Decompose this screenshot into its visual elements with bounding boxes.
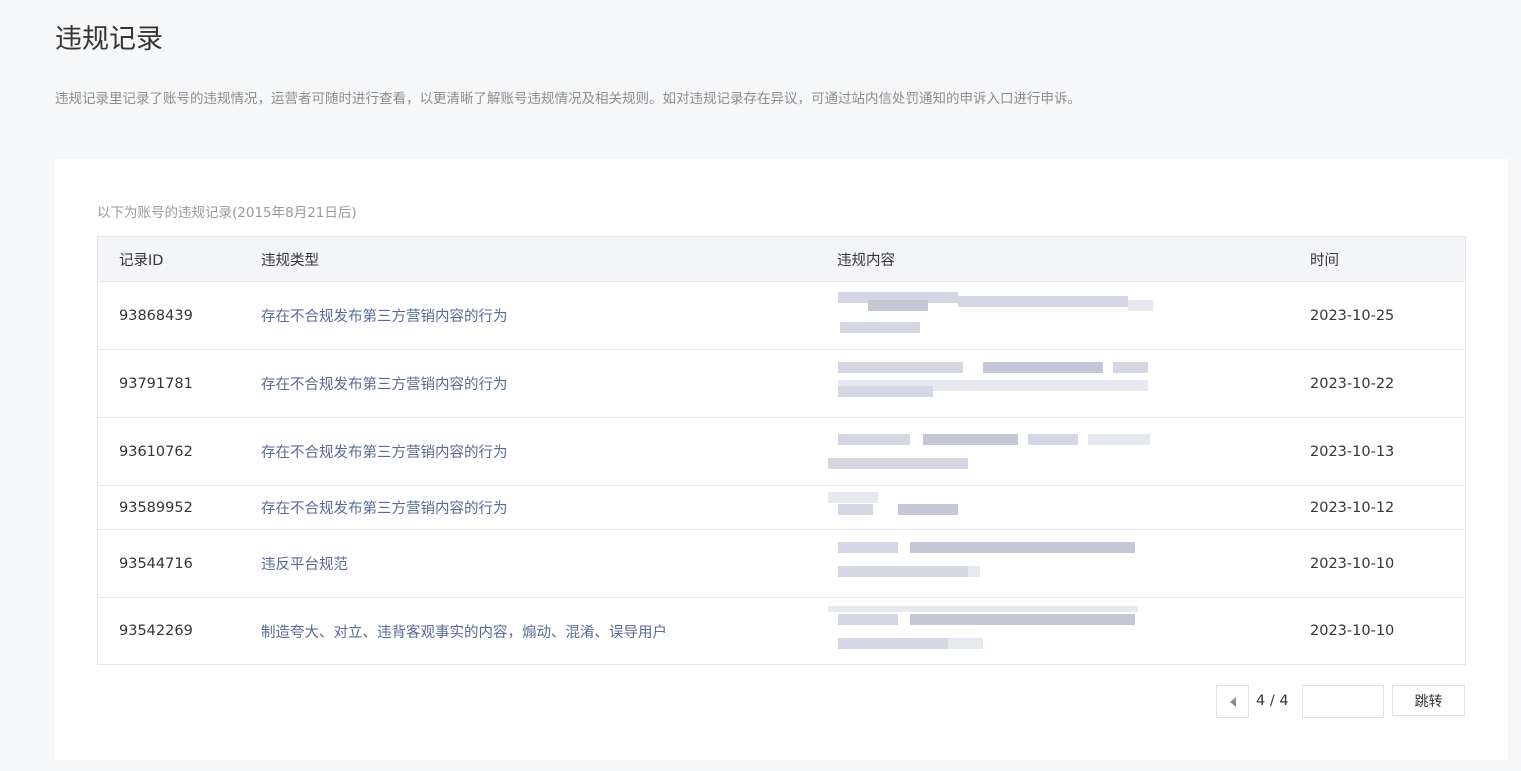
table-caption: 以下为账号的违规记录(2015年8月21日后) (97, 205, 357, 221)
record-id: 93542269 (119, 623, 193, 639)
violation-type: 制造夸大、对立、违背客观事实的内容，煽动、混淆、误导用户 (261, 624, 667, 641)
violation-table: 记录ID 违规类型 违规内容 时间 93868439 存在不合规发布第三方营销内… (97, 236, 1466, 665)
violation-type: 违反平台规范 (261, 557, 348, 573)
violation-content-blurred (828, 486, 1168, 529)
table-row: 93868439 存在不合规发布第三方营销内容的行为 2023-10-25 (98, 281, 1465, 349)
violation-type: 存在不合规发布第三方营销内容的行为 (261, 377, 508, 393)
jump-button[interactable]: 跳转 (1392, 685, 1465, 716)
prev-page-button[interactable] (1216, 685, 1249, 718)
record-id: 93544716 (119, 555, 193, 572)
table-row: 93610762 存在不合规发布第三方营销内容的行为 2023-10-13 (98, 417, 1465, 485)
page-title: 违规记录 (55, 24, 163, 55)
column-header-time: 时间 (1310, 252, 1339, 269)
jump-page-input[interactable] (1302, 685, 1384, 718)
caret-left-icon (1229, 696, 1236, 707)
column-header-type: 违规类型 (261, 252, 319, 269)
page-description: 违规记录里记录了账号的违规情况，运营者可随时进行查看，以更清晰了解账号违规情况及… (55, 91, 1081, 107)
table-header-row: 记录ID 违规类型 违规内容 时间 (98, 237, 1465, 281)
violation-type: 存在不合规发布第三方营销内容的行为 (261, 445, 508, 461)
violation-type: 存在不合规发布第三方营销内容的行为 (261, 309, 508, 325)
record-id: 93868439 (119, 307, 193, 324)
record-id: 93589952 (119, 499, 193, 516)
record-time: 2023-10-22 (1310, 375, 1395, 392)
violation-content-blurred (828, 418, 1168, 485)
violation-content-blurred (828, 282, 1168, 349)
table-row: 93542269 制造夸大、对立、违背客观事实的内容，煽动、混淆、误导用户 20… (98, 597, 1465, 664)
violation-type: 存在不合规发布第三方营销内容的行为 (261, 501, 508, 517)
record-id: 93791781 (119, 375, 193, 392)
table-row: 93589952 存在不合规发布第三方营销内容的行为 2023-10-12 (98, 485, 1465, 529)
record-id: 93610762 (119, 443, 193, 460)
record-time: 2023-10-10 (1310, 555, 1395, 572)
violation-content-blurred (828, 350, 1168, 417)
column-header-id: 记录ID (119, 252, 164, 269)
column-header-content: 违规内容 (837, 252, 895, 269)
record-time: 2023-10-13 (1310, 443, 1395, 460)
violation-content-blurred (828, 598, 1168, 664)
record-time: 2023-10-25 (1310, 307, 1395, 324)
record-time: 2023-10-12 (1310, 499, 1395, 516)
violation-content-blurred (828, 530, 1168, 597)
table-row: 93791781 存在不合规发布第三方营销内容的行为 2023-10-22 (98, 349, 1465, 417)
table-row: 93544716 违反平台规范 2023-10-10 (98, 529, 1465, 597)
record-time: 2023-10-10 (1310, 623, 1395, 639)
page-indicator: 4 / 4 (1256, 693, 1289, 709)
records-card: 以下为账号的违规记录(2015年8月21日后) 记录ID 违规类型 违规内容 时… (55, 159, 1508, 760)
